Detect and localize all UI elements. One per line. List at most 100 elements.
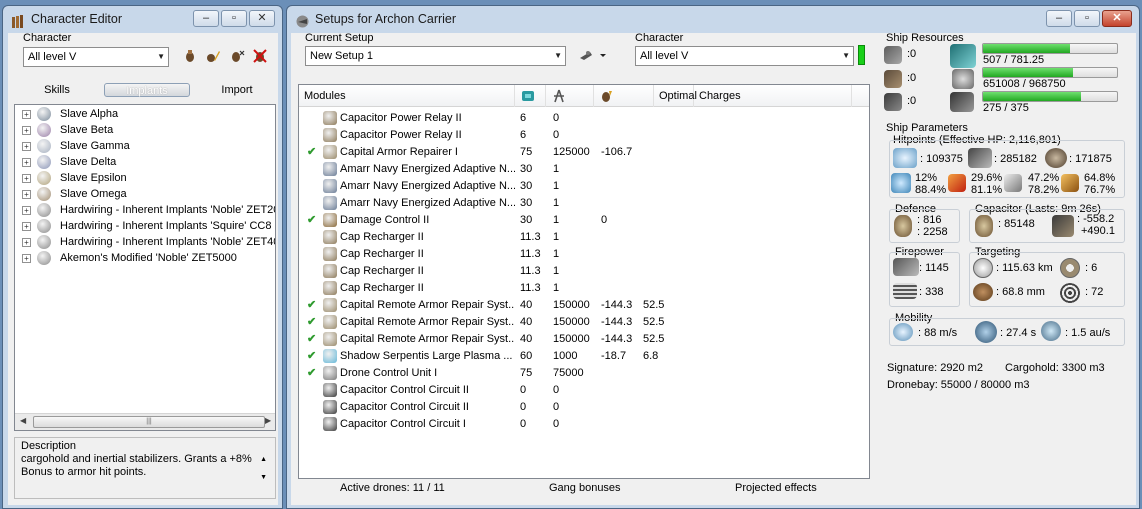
setups-titlebar[interactable]: Setups for Archon Carrier – ▫ ✕ xyxy=(287,6,1139,33)
expand-icon[interactable]: + xyxy=(22,238,31,247)
tree-item[interactable]: + Slave Omega xyxy=(15,186,275,202)
thermal-resist-b: 81.1% xyxy=(971,184,1003,196)
drone-dps-icon xyxy=(893,283,917,299)
expand-icon[interactable]: + xyxy=(22,254,31,263)
setup-options-button[interactable] xyxy=(577,47,609,65)
module-row[interactable]: Capacitor Control Circuit II 0 0 xyxy=(299,399,869,416)
minimize-button[interactable]: – xyxy=(1046,10,1072,27)
module-row[interactable]: Capacitor Control Circuit II 0 0 xyxy=(299,382,869,399)
module-row[interactable]: ✔ Capital Remote Armor Repair Syst... 40 15… xyxy=(299,297,869,314)
module-cpu: 75 xyxy=(520,146,533,158)
module-name: Cap Recharger II xyxy=(340,248,424,260)
defence-value-1: : 816 xyxy=(917,214,942,226)
module-row[interactable]: Amarr Navy Energized Adaptive N... 30 1 xyxy=(299,178,869,195)
character-editor-titlebar[interactable]: Character Editor – ▫ ✕ xyxy=(3,6,282,33)
expand-icon[interactable]: + xyxy=(22,174,31,183)
scroll-left-icon[interactable]: ◀ xyxy=(20,416,26,425)
tree-item[interactable]: + Slave Alpha xyxy=(15,106,275,122)
new-character-icon[interactable] xyxy=(228,48,246,66)
active-drones-text[interactable]: Active drones: 11 / 11 xyxy=(340,482,445,494)
projected-effects-text[interactable]: Projected effects xyxy=(735,482,817,494)
implant-icon xyxy=(37,171,51,185)
close-button[interactable]: ✕ xyxy=(249,10,275,27)
module-row[interactable]: Cap Recharger II 11.3 1 xyxy=(299,229,869,246)
targeting-range-icon xyxy=(973,258,993,278)
module-row[interactable]: Cap Recharger II 11.3 1 xyxy=(299,263,869,280)
tree-item-label: Slave Beta xyxy=(60,124,114,136)
column-powergrid[interactable] xyxy=(546,85,594,107)
horizontal-scrollbar[interactable]: ◀ ||| ▶ xyxy=(15,413,275,430)
column-modules[interactable]: Modules xyxy=(299,85,515,107)
active-check-icon[interactable]: ✔ xyxy=(307,297,316,314)
implant-icon xyxy=(37,187,51,201)
implants-tree[interactable]: ◀ ||| ▶ + Slave Alpha + Slave Beta + Slave Ga… xyxy=(14,104,276,431)
expand-icon[interactable]: + xyxy=(22,206,31,215)
module-row[interactable]: Cap Recharger II 11.3 1 xyxy=(299,246,869,263)
column-capacitor[interactable] xyxy=(594,85,654,107)
scroll-down-icon[interactable]: ▼ xyxy=(260,474,267,481)
setup-character-select[interactable]: All level V ▼ xyxy=(635,46,854,66)
column-charges[interactable]: Charges xyxy=(694,85,852,107)
capacitor-amount-icon xyxy=(975,215,993,237)
scroll-up-icon[interactable]: ▲ xyxy=(260,456,267,463)
module-row[interactable]: Capacitor Power Relay II 6 0 xyxy=(299,127,869,144)
active-check-icon[interactable]: ✔ xyxy=(307,365,316,382)
gang-bonuses-text[interactable]: Gang bonuses xyxy=(549,482,621,494)
expand-icon[interactable]: + xyxy=(22,222,31,231)
module-cpu: 11.3 xyxy=(520,265,541,277)
character-select[interactable]: All level V ▼ xyxy=(23,47,169,67)
tree-item[interactable]: + Slave Epsilon xyxy=(15,170,275,186)
tree-item[interactable]: + Slave Delta xyxy=(15,154,275,170)
active-check-icon[interactable]: ✔ xyxy=(307,212,316,229)
tree-item[interactable]: + Akemon's Modified 'Noble' ZET5000 xyxy=(15,250,275,266)
active-check-icon[interactable]: ✔ xyxy=(307,331,316,348)
capacitor-usage-value: : -558.2 xyxy=(1077,213,1115,225)
module-row[interactable]: ✔ Capital Remote Armor Repair Syst... 40 15… xyxy=(299,314,869,331)
active-check-icon[interactable]: ✔ xyxy=(307,314,316,331)
expand-icon[interactable]: + xyxy=(22,126,31,135)
rename-character-icon[interactable] xyxy=(204,48,222,66)
maximize-button[interactable]: ▫ xyxy=(1074,10,1100,27)
copy-character-icon[interactable] xyxy=(181,48,199,66)
module-cpu: 60 xyxy=(520,350,533,362)
expand-icon[interactable]: + xyxy=(22,158,31,167)
scroll-right-icon[interactable]: ▶ xyxy=(265,416,271,425)
expand-icon[interactable]: + xyxy=(22,142,31,151)
module-row[interactable]: Amarr Navy Energized Adaptive N... 30 1 xyxy=(299,195,869,212)
current-setup-select[interactable]: New Setup 1 ▼ xyxy=(305,46,566,66)
column-cpu[interactable] xyxy=(515,85,546,107)
module-powergrid: 1 xyxy=(553,197,560,209)
module-row[interactable]: ✔ Drone Control Unit I 75 75000 xyxy=(299,365,869,382)
expand-icon[interactable]: + xyxy=(22,190,31,199)
tree-item[interactable]: + Hardwiring - Inherent Implants 'Squire'… xyxy=(15,218,275,234)
module-row[interactable]: Capacitor Power Relay II 6 0 xyxy=(299,110,869,127)
module-row[interactable]: Amarr Navy Energized Adaptive N... 30 1 xyxy=(299,161,869,178)
expand-icon[interactable]: + xyxy=(22,110,31,119)
window-title: Character Editor xyxy=(31,12,123,26)
delete-character-icon[interactable] xyxy=(251,48,269,66)
module-row[interactable]: ✔ Damage Control II 30 1 0 xyxy=(299,212,869,229)
module-icon xyxy=(323,196,337,210)
scrollbar-thumb[interactable]: ||| xyxy=(33,416,265,428)
module-row[interactable]: ✔ Capital Armor Repairer I 75 125000 -106.7 xyxy=(299,144,869,161)
tree-item[interactable]: + Slave Beta xyxy=(15,122,275,138)
close-button[interactable]: ✕ xyxy=(1102,10,1132,27)
module-powergrid: 1 xyxy=(553,180,560,192)
module-row[interactable]: ✔ Shadow Serpentis Large Plasma ... 60 1000… xyxy=(299,348,869,365)
tab-skills[interactable]: Skills xyxy=(38,83,76,97)
minimize-button[interactable]: – xyxy=(193,10,219,27)
tree-item[interactable]: + Hardwiring - Inherent Implants 'Noble' … xyxy=(15,202,275,218)
modules-list[interactable]: Modules Optimal Charges Capacitor Power … xyxy=(298,84,870,479)
active-check-icon[interactable]: ✔ xyxy=(307,348,316,365)
tab-implants[interactable]: Implants xyxy=(104,83,190,97)
module-row[interactable]: ✔ Capital Remote Armor Repair Syst... 40 15… xyxy=(299,331,869,348)
column-optimal[interactable]: Optimal xyxy=(654,85,697,107)
tree-item[interactable]: + Slave Gamma xyxy=(15,138,275,154)
module-row[interactable]: Capacitor Control Circuit I 0 0 xyxy=(299,416,869,433)
maximize-button[interactable]: ▫ xyxy=(221,10,247,27)
active-check-icon[interactable]: ✔ xyxy=(307,144,316,161)
module-row[interactable]: Cap Recharger II 11.3 1 xyxy=(299,280,869,297)
tree-item-label: Slave Epsilon xyxy=(60,172,127,184)
tab-import[interactable]: Import xyxy=(216,83,258,97)
tree-item[interactable]: + Hardwiring - Inherent Implants 'Noble' … xyxy=(15,234,275,250)
